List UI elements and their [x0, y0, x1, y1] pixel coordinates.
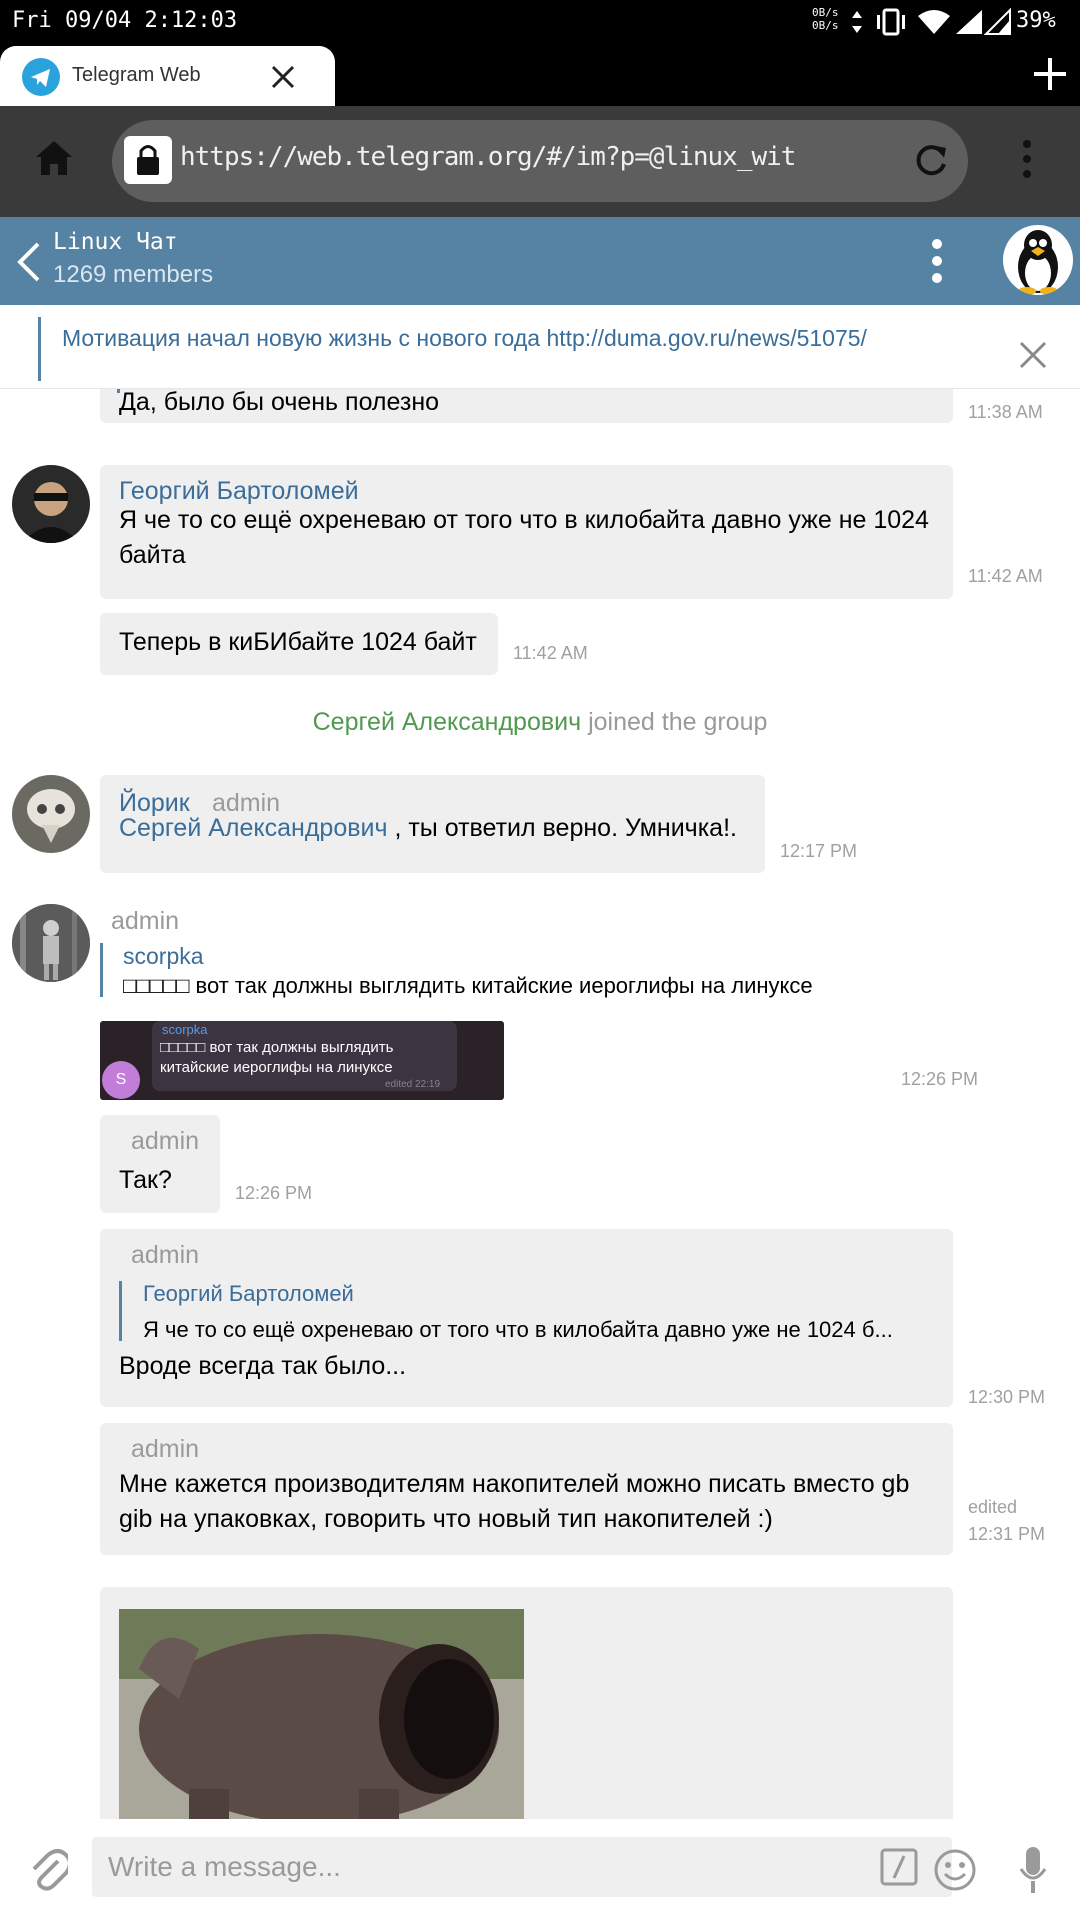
plus-icon[interactable] — [1032, 56, 1068, 92]
attach-icon[interactable] — [28, 1847, 68, 1891]
service-user[interactable]: Сергей Александрович — [313, 708, 582, 736]
reply-bar — [100, 943, 103, 997]
address-bar[interactable]: https://web.telegram.org/#/im?p=@linux_w… — [112, 120, 968, 202]
message-list[interactable]: Да, было бы очень полезно 11:38 AM Георг… — [0, 389, 1080, 1819]
avatar[interactable] — [12, 904, 90, 982]
message-time: 12:26 PM — [901, 1069, 979, 1089]
vibrate-icon — [877, 8, 905, 36]
status-bar: Fri 09/04 2:12:03 0B/s 0B/s 39% — [0, 0, 1080, 44]
message-bubble: admin Так? — [100, 1115, 220, 1213]
mention-link[interactable]: Сергей Александрович — [119, 814, 388, 842]
close-tab-icon[interactable] — [270, 64, 296, 90]
pinned-message[interactable]: Мотивация начал новую жизнь с нового год… — [0, 305, 1080, 389]
avatar[interactable] — [12, 465, 90, 543]
image-avatar: S — [102, 1061, 140, 1099]
reply-bar — [119, 1281, 122, 1341]
author-role: admin — [131, 1127, 200, 1155]
message-time: 12:31 PM — [968, 1524, 1046, 1544]
wifi-icon — [918, 10, 950, 34]
author-role: admin — [111, 907, 180, 935]
image-edited: edited 22:19 — [385, 1079, 441, 1090]
photo-attachment[interactable] — [119, 1609, 524, 1819]
message-bubble: admin Георгий Бартоломей Я че то со ещё … — [100, 1229, 953, 1407]
chat-members[interactable]: 1269 members — [53, 261, 213, 289]
chat-menu-icon[interactable] — [926, 235, 948, 287]
image-text: □□□□□ вот так должны выглядить китайские… — [160, 1039, 394, 1076]
reply-author[interactable]: scorpka — [123, 943, 204, 970]
signal-2-icon — [984, 8, 1011, 35]
author-role: admin — [131, 1241, 200, 1269]
tux-icon — [1018, 230, 1058, 295]
chat-header: Linux Чат 1269 members — [0, 217, 1080, 305]
message-text: Мне кажется производителям накопителей м… — [119, 1470, 910, 1533]
reload-icon[interactable] — [912, 142, 950, 180]
tab-title: Telegram Web — [72, 64, 201, 86]
service-message: Сергей Александрович joined the group — [0, 708, 1080, 737]
message-edited: edited — [968, 1497, 1018, 1517]
command-icon[interactable] — [880, 1848, 918, 1886]
message-text: Я че то со ещё охреневаю от того что в к… — [119, 506, 929, 569]
composer: Write a message... — [0, 1819, 1080, 1920]
message-text: Теперь в киБИбайте 1024 байт — [119, 628, 477, 656]
reply-author[interactable]: Георгий Бартоломей — [143, 1281, 354, 1307]
browser-toolbar: https://web.telegram.org/#/im?p=@linux_w… — [0, 106, 1080, 217]
image-attachment[interactable]: scorpka □□□□□ вот так должны выглядить к… — [100, 1021, 504, 1100]
message-placeholder[interactable]: Write a message... — [108, 1851, 341, 1883]
message-author[interactable]: Георгий Бартоломей — [119, 477, 359, 506]
pinned-bar — [38, 317, 41, 381]
message-text: Так? — [119, 1166, 172, 1194]
message-bubble — [100, 1587, 953, 1819]
more-vert-icon[interactable] — [1016, 136, 1038, 182]
battery-text: 39% — [1016, 8, 1056, 33]
mic-icon[interactable] — [1018, 1845, 1048, 1895]
service-action: joined the group — [588, 708, 768, 736]
photo-image — [119, 1609, 524, 1819]
up-down-arrows-icon — [852, 11, 862, 33]
browser-tab[interactable]: Telegram Web — [0, 46, 335, 106]
status-datetime: Fri 09/04 2:12:03 — [12, 8, 238, 33]
message-bubble: Йорик admin Сергей Александрович , ты от… — [100, 775, 765, 873]
message-time: 11:42 AM — [513, 643, 588, 663]
net-down: 0B/s — [812, 19, 839, 32]
message-bubble: admin Мне кажется производителям накопит… — [100, 1423, 953, 1555]
close-icon[interactable] — [1018, 340, 1048, 370]
signal-icon — [956, 10, 982, 34]
emoji-icon[interactable] — [933, 1848, 977, 1892]
message-time: 12:30 PM — [968, 1387, 1046, 1407]
message-time: 11:42 AM — [968, 566, 1043, 586]
home-icon[interactable] — [34, 138, 74, 178]
author-role: admin — [131, 1435, 200, 1463]
message-text: , ты ответил верно. Умничка!. — [387, 814, 737, 842]
message-text: Да, было бы очень полезно — [119, 389, 440, 416]
avatar[interactable] — [12, 775, 90, 853]
message-bubble: Георгий Бартоломей Я че то со ещё охрене… — [100, 465, 953, 599]
network-speed: 0B/s 0B/s — [812, 6, 839, 32]
message-time: 12:17 PM — [780, 841, 858, 861]
group-avatar[interactable] — [1003, 225, 1073, 295]
back-icon[interactable] — [14, 241, 42, 283]
pinned-text[interactable]: Мотивация начал новую жизнь с нового год… — [62, 325, 867, 352]
reply-text[interactable]: □□□□□ вот так должны выглядить китайские… — [123, 973, 813, 999]
image-reply-author: scorpka — [162, 1022, 208, 1037]
browser-tabstrip: Telegram Web — [0, 44, 1080, 106]
telegram-icon — [22, 58, 60, 96]
message-time: 11:38 AM — [968, 402, 1043, 422]
message-time: 12:26 PM — [235, 1183, 313, 1203]
message-text: Вроде всегда так было... — [119, 1352, 407, 1380]
message-input[interactable]: Write a message... — [92, 1837, 952, 1897]
chat-title[interactable]: Linux Чат — [53, 229, 178, 255]
message-bubble: Да, было бы очень полезно — [100, 389, 953, 423]
net-up: 0B/s — [812, 6, 839, 19]
url-text[interactable]: https://web.telegram.org/#/im?p=@linux_w… — [180, 142, 820, 172]
message-bubble: Теперь в киБИбайте 1024 байт — [100, 613, 498, 675]
lock-icon[interactable] — [124, 136, 172, 184]
reply-text[interactable]: Я че то со ещё охреневаю от того что в к… — [143, 1317, 893, 1343]
